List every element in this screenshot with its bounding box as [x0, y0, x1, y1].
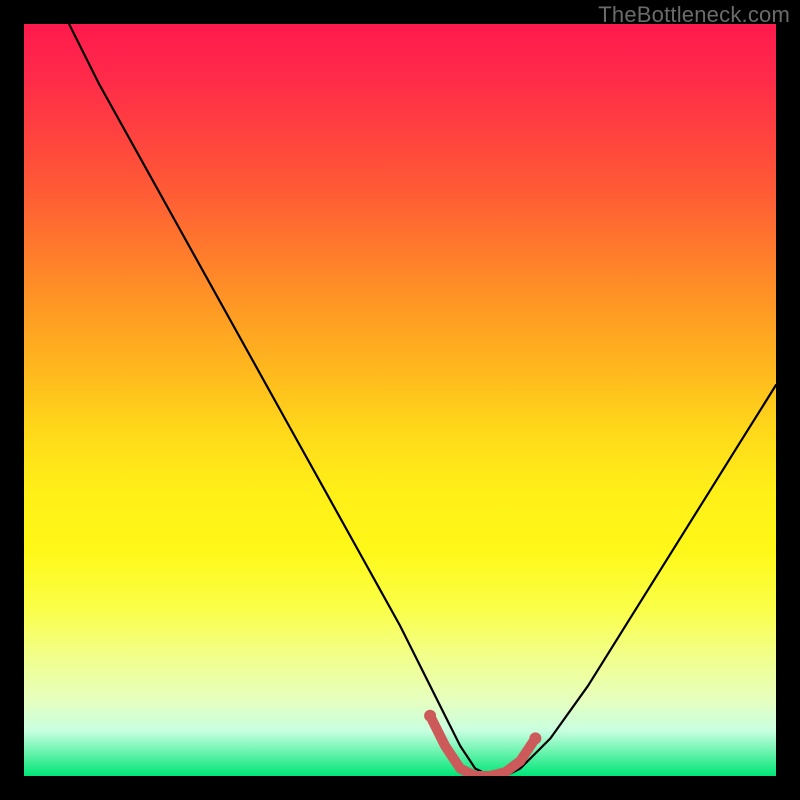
bottleneck-minimum-highlight	[430, 716, 535, 776]
highlight-dot	[424, 710, 436, 722]
bottleneck-curve	[69, 24, 776, 776]
highlight-dot	[529, 732, 541, 744]
chart-svg	[24, 24, 776, 776]
plot-area	[24, 24, 776, 776]
chart-frame: TheBottleneck.com	[0, 0, 800, 800]
